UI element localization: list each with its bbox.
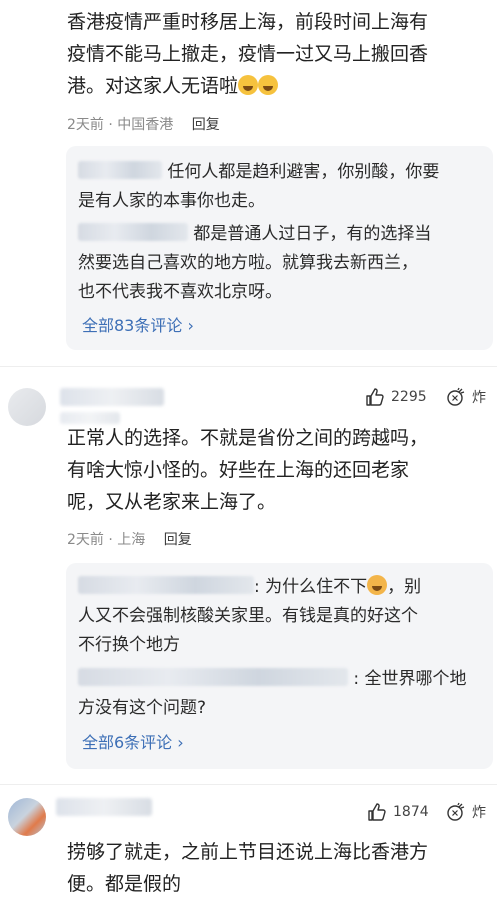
timestamp: 2天前 bbox=[67, 117, 104, 133]
reply-item: : 为什么住不下 ，别 人又不会强制核酸关家里。有钱是真的好这个 不行换个地方 bbox=[78, 575, 422, 655]
location: 中国香港 bbox=[117, 117, 174, 133]
bomb-icon bbox=[447, 802, 465, 821]
avatar[interactable] bbox=[8, 798, 46, 836]
like-button[interactable]: 2295 bbox=[365, 387, 427, 407]
blurred-username bbox=[78, 223, 188, 241]
reply-item: : 全世界哪个地 方没有这个问题? bbox=[78, 668, 467, 718]
reply-thread-2: : 为什么住不下 ，别 人又不会强制核酸关家里。有钱是真的好这个 不行换个地方 :… bbox=[66, 563, 493, 769]
crying-emoji-icon bbox=[367, 575, 388, 595]
comment-1-meta: 2天前 · 中国香港 回复 bbox=[67, 117, 220, 133]
bomb-button[interactable]: 炸 bbox=[446, 802, 486, 822]
reply-thread-1: 任何人都是趋利避害，你别酸，你要 是有人家的本事你也走。 都是普通人过日子，有的… bbox=[66, 146, 493, 350]
blurred-username bbox=[78, 668, 348, 686]
thumbs-up-icon bbox=[366, 388, 384, 406]
divider bbox=[0, 366, 497, 367]
comment-2-text: 正常人的选择。不就是省份之间的跨越吗， 有啥大惊小怪的。好些在上海的还回老家 呢… bbox=[67, 427, 429, 513]
laughing-emoji-icon bbox=[258, 75, 279, 95]
comment-2-meta: 2天前 · 上海 回复 bbox=[67, 532, 192, 548]
bomb-label: 炸 bbox=[472, 805, 486, 821]
avatar[interactable] bbox=[8, 388, 46, 426]
blurred-username[interactable] bbox=[56, 798, 152, 816]
like-button[interactable]: 1874 bbox=[367, 802, 429, 822]
reply-button[interactable]: 回复 bbox=[192, 117, 220, 133]
bomb-icon bbox=[447, 387, 465, 406]
timestamp: 2天前 bbox=[67, 532, 104, 548]
blurred-username bbox=[78, 576, 254, 594]
blurred-username bbox=[78, 161, 162, 179]
divider bbox=[0, 784, 497, 785]
view-all-replies-link[interactable]: 全部83条评论 › bbox=[82, 312, 194, 336]
bomb-button[interactable]: 炸 bbox=[446, 387, 486, 407]
reply-item: 任何人都是趋利避害，你别酸，你要 是有人家的本事你也走。 bbox=[78, 161, 440, 211]
like-count: 2295 bbox=[391, 389, 427, 405]
bomb-label: 炸 bbox=[472, 390, 486, 406]
thumbs-up-icon bbox=[368, 803, 386, 821]
comment-3-text: 捞够了就走，之前上节目还说上海比香港方 便。都是假的 bbox=[67, 841, 429, 895]
blurred-username[interactable] bbox=[60, 388, 164, 406]
location: 上海 bbox=[117, 532, 146, 548]
comment-1-text: 香港疫情严重时移居上海，前段时间上海有 疫情不能马上撤走，疫情一过又马上搬回香 … bbox=[67, 11, 429, 97]
reply-item: 都是普通人过日子，有的选择当 然要选自己喜欢的地方啦。就算我去新西兰， 也不代表… bbox=[78, 223, 432, 302]
reply-button[interactable]: 回复 bbox=[164, 532, 192, 548]
like-count: 1874 bbox=[393, 804, 429, 820]
view-all-replies-link[interactable]: 全部6条评论 › bbox=[82, 729, 184, 753]
laughing-emoji-icon bbox=[238, 75, 259, 95]
